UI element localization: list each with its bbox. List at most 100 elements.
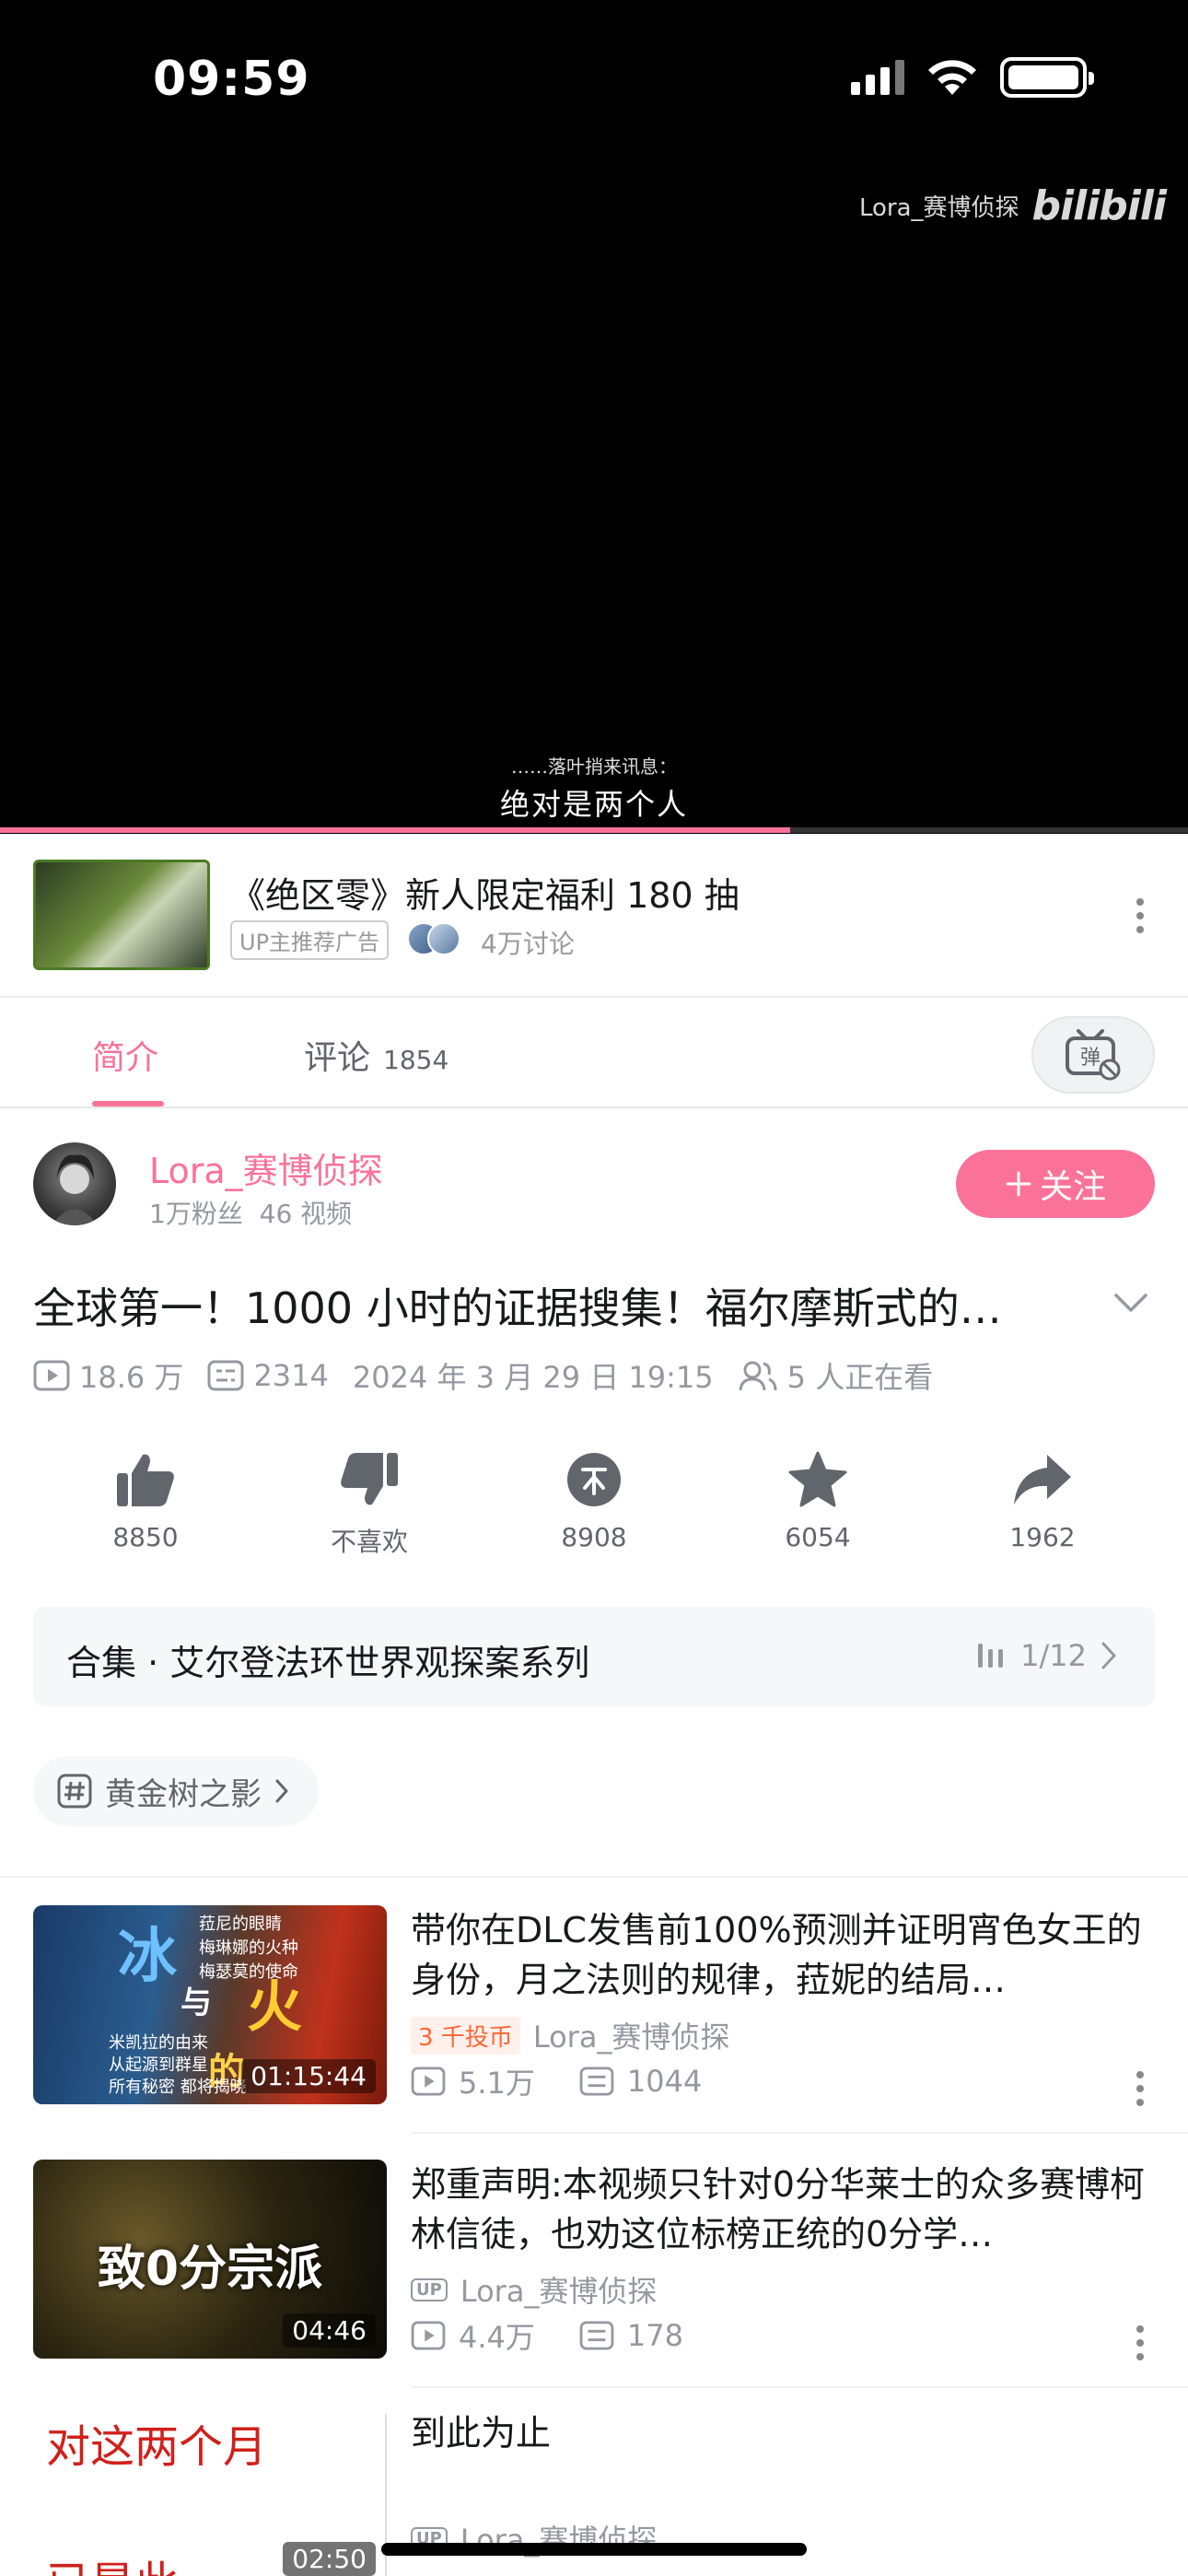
video-progress-fill [0,827,790,833]
related-video-stats: 5.1万 1044 [411,2060,702,2102]
hashtag-icon [57,1774,92,1809]
coin-button[interactable]: 8908 [511,1446,677,1552]
list-divider [411,2386,1188,2388]
ad-discussion-count: 4万讨论 [481,929,575,959]
tab-comments-label: 评论 [304,1039,371,1077]
related-video-plays: 4.4万 [459,2320,535,2355]
related-video-author-line: 3 千投币 Lora_赛博侦探 [411,2014,729,2056]
watching-now: 5 人正在看 [738,1354,934,1397]
thumb-text: 梅琳娜的火种 [199,1938,298,1958]
tab-intro[interactable]: 简介 [92,1031,158,1079]
ad-banner[interactable]: 《绝区零》新人限定福利 180 抽 UP主推荐广告 4万讨论 [0,834,1188,998]
avatar [427,922,460,955]
up-badge-icon: UP [411,2277,448,2301]
tab-comments[interactable]: 评论 1854 [304,1031,448,1079]
playlist-icon [978,1644,1004,1668]
list-divider [411,2132,1188,2134]
thumb-text: 从起源到群星 [109,2055,208,2075]
thumb-text: 对这两个月 [46,2421,268,2473]
chevron-right-icon [275,1779,288,1803]
people-icon [739,1361,777,1391]
share-count: 1962 [1009,1522,1076,1552]
follow-label: 关注 [1039,1168,1106,1206]
play-count: 18.6 万 [33,1354,183,1397]
play-count-icon [411,2067,446,2096]
thumbs-down-icon [341,1453,398,1505]
play-count-icon [411,2321,446,2350]
chevron-right-icon [1101,1642,1116,1669]
play-count-value: 18.6 万 [79,1360,184,1395]
chevron-down-icon[interactable] [1112,1292,1149,1314]
thumb-text: 冰 [118,1923,177,1991]
coin-icon [567,1453,621,1506]
related-video-thumbnail[interactable]: 菈尼的眼睛 梅琳娜的火种 梅瑟莫的使命 冰 与 火 的 米凯拉的由来 从起源到群… [33,1905,387,2104]
video-duration: 04:46 [283,2313,376,2348]
topic-tag[interactable]: 黄金树之影 [33,1756,319,1826]
video-duration: 01:15:44 [241,2059,376,2093]
collection-card[interactable]: 合集 · 艾尔登法环世界观探案系列 1/12 [33,1607,1155,1706]
related-video-author-line: UP Lora_赛博侦探 [411,2268,657,2311]
publish-date: 2024 年 3 月 29 日 19:15 [352,1360,714,1395]
status-time: 09:59 [153,52,310,107]
related-video-thumbnail[interactable]: 对这两个月 已是此… 02:50 [33,2408,387,2576]
share-button[interactable]: 1962 [960,1446,1125,1552]
more-options-icon[interactable] [1136,898,1144,933]
danmaku-count: 2314 [207,1358,329,1393]
danmaku-off-icon: 弹 [1066,1029,1121,1081]
coin-count: 8908 [561,1522,627,1552]
thumbs-up-icon [117,1454,174,1506]
uploader-video-count: 46 视频 [259,1199,353,1229]
related-video-author: Lora_赛博侦探 [532,2020,730,2055]
uploader-avatar[interactable] [33,1142,116,1225]
uploader-name[interactable]: Lora_赛博侦探 [149,1142,383,1193]
favorite-button[interactable]: 6054 [735,1446,901,1552]
video-duration: 02:50 [283,2542,376,2576]
like-button[interactable]: 8850 [63,1446,228,1552]
play-count-icon [33,1360,70,1391]
related-video-title[interactable]: 带你在DLC发售前100%预测并证明宵色女王的身份，月之法则的规律，菈妮的结局… [411,1905,1147,2005]
ad-thumbnail[interactable] [33,860,210,970]
section-divider [0,1876,1188,1878]
more-options-icon[interactable] [1136,2071,1144,2106]
thumb-text: 米凯拉的由来 [109,2033,208,2053]
ad-badge: UP主推荐广告 [230,920,390,960]
danmaku-toggle-button[interactable]: 弹 [1031,1016,1155,1094]
related-video-stats: 4.4万 178 [411,2314,683,2357]
watching-now-value: 5 人正在看 [786,1360,934,1395]
battery-icon [1000,57,1094,98]
thumb-text: 菈尼的眼睛 [199,1914,282,1934]
danmaku-count-icon [579,2067,614,2096]
ad-avatar-group [407,922,473,955]
video-player[interactable]: 09:59 Lora_赛博侦探 bilibili ……落叶捎来讯息： 绝对是两个… [0,0,1188,834]
video-meta: 18.6 万 2314 2024 年 3 月 29 日 19:15 5 人正在看 [33,1354,933,1397]
related-video-thumbnail[interactable]: 致0分宗派 04:46 [33,2160,387,2359]
danmaku-count-icon [207,1360,244,1391]
thumb-text: 与 [181,1985,212,2021]
dislike-button[interactable]: 不喜欢 [286,1446,452,1559]
uploader-fans: 1万粉丝 [149,1199,243,1229]
related-video-title[interactable]: 到此为止 [411,2408,1147,2458]
collection-progress: 1/12 [976,1638,1118,1673]
thumb-text: 致0分宗派 [97,2242,323,2297]
video-watermark: Lora_赛博侦探 bilibili [858,182,1167,229]
more-options-icon[interactable] [1136,2325,1144,2360]
collection-progress-value: 1/12 [1020,1638,1087,1673]
coin-badge: 3 千投币 [411,2016,520,2055]
related-video-author: Lora_赛博侦探 [460,2274,658,2309]
topic-tag-label: 黄金树之影 [105,1775,262,1813]
ad-title[interactable]: 《绝区零》新人限定福利 180 抽 [230,867,740,918]
dislike-label: 不喜欢 [330,1527,408,1557]
video-title[interactable]: 全球第一！1000 小时的证据搜集！福尔摩斯式的… [33,1275,1046,1336]
tab-indicator [92,1101,164,1107]
status-icons [851,57,1094,98]
danmaku-count-value: 2314 [253,1358,329,1393]
video-progress-bar[interactable] [0,827,1188,833]
subtitle-text: 绝对是两个人 [499,787,688,822]
watermark-uploader: Lora_赛博侦探 [858,194,1019,222]
uploader-stats: 1万粉丝 46 视频 [149,1194,352,1231]
plus-icon [1006,1171,1031,1197]
favorite-count: 6054 [785,1522,851,1552]
related-video-title[interactable]: 郑重声明:本视频只针对0分华莱士的众多赛博柯林信徒，也劝这位标榜正统的0分学… [411,2160,1147,2259]
follow-button[interactable]: 关注 [956,1150,1155,1218]
subtitle-caption: ……落叶捎来讯息： [511,755,677,778]
